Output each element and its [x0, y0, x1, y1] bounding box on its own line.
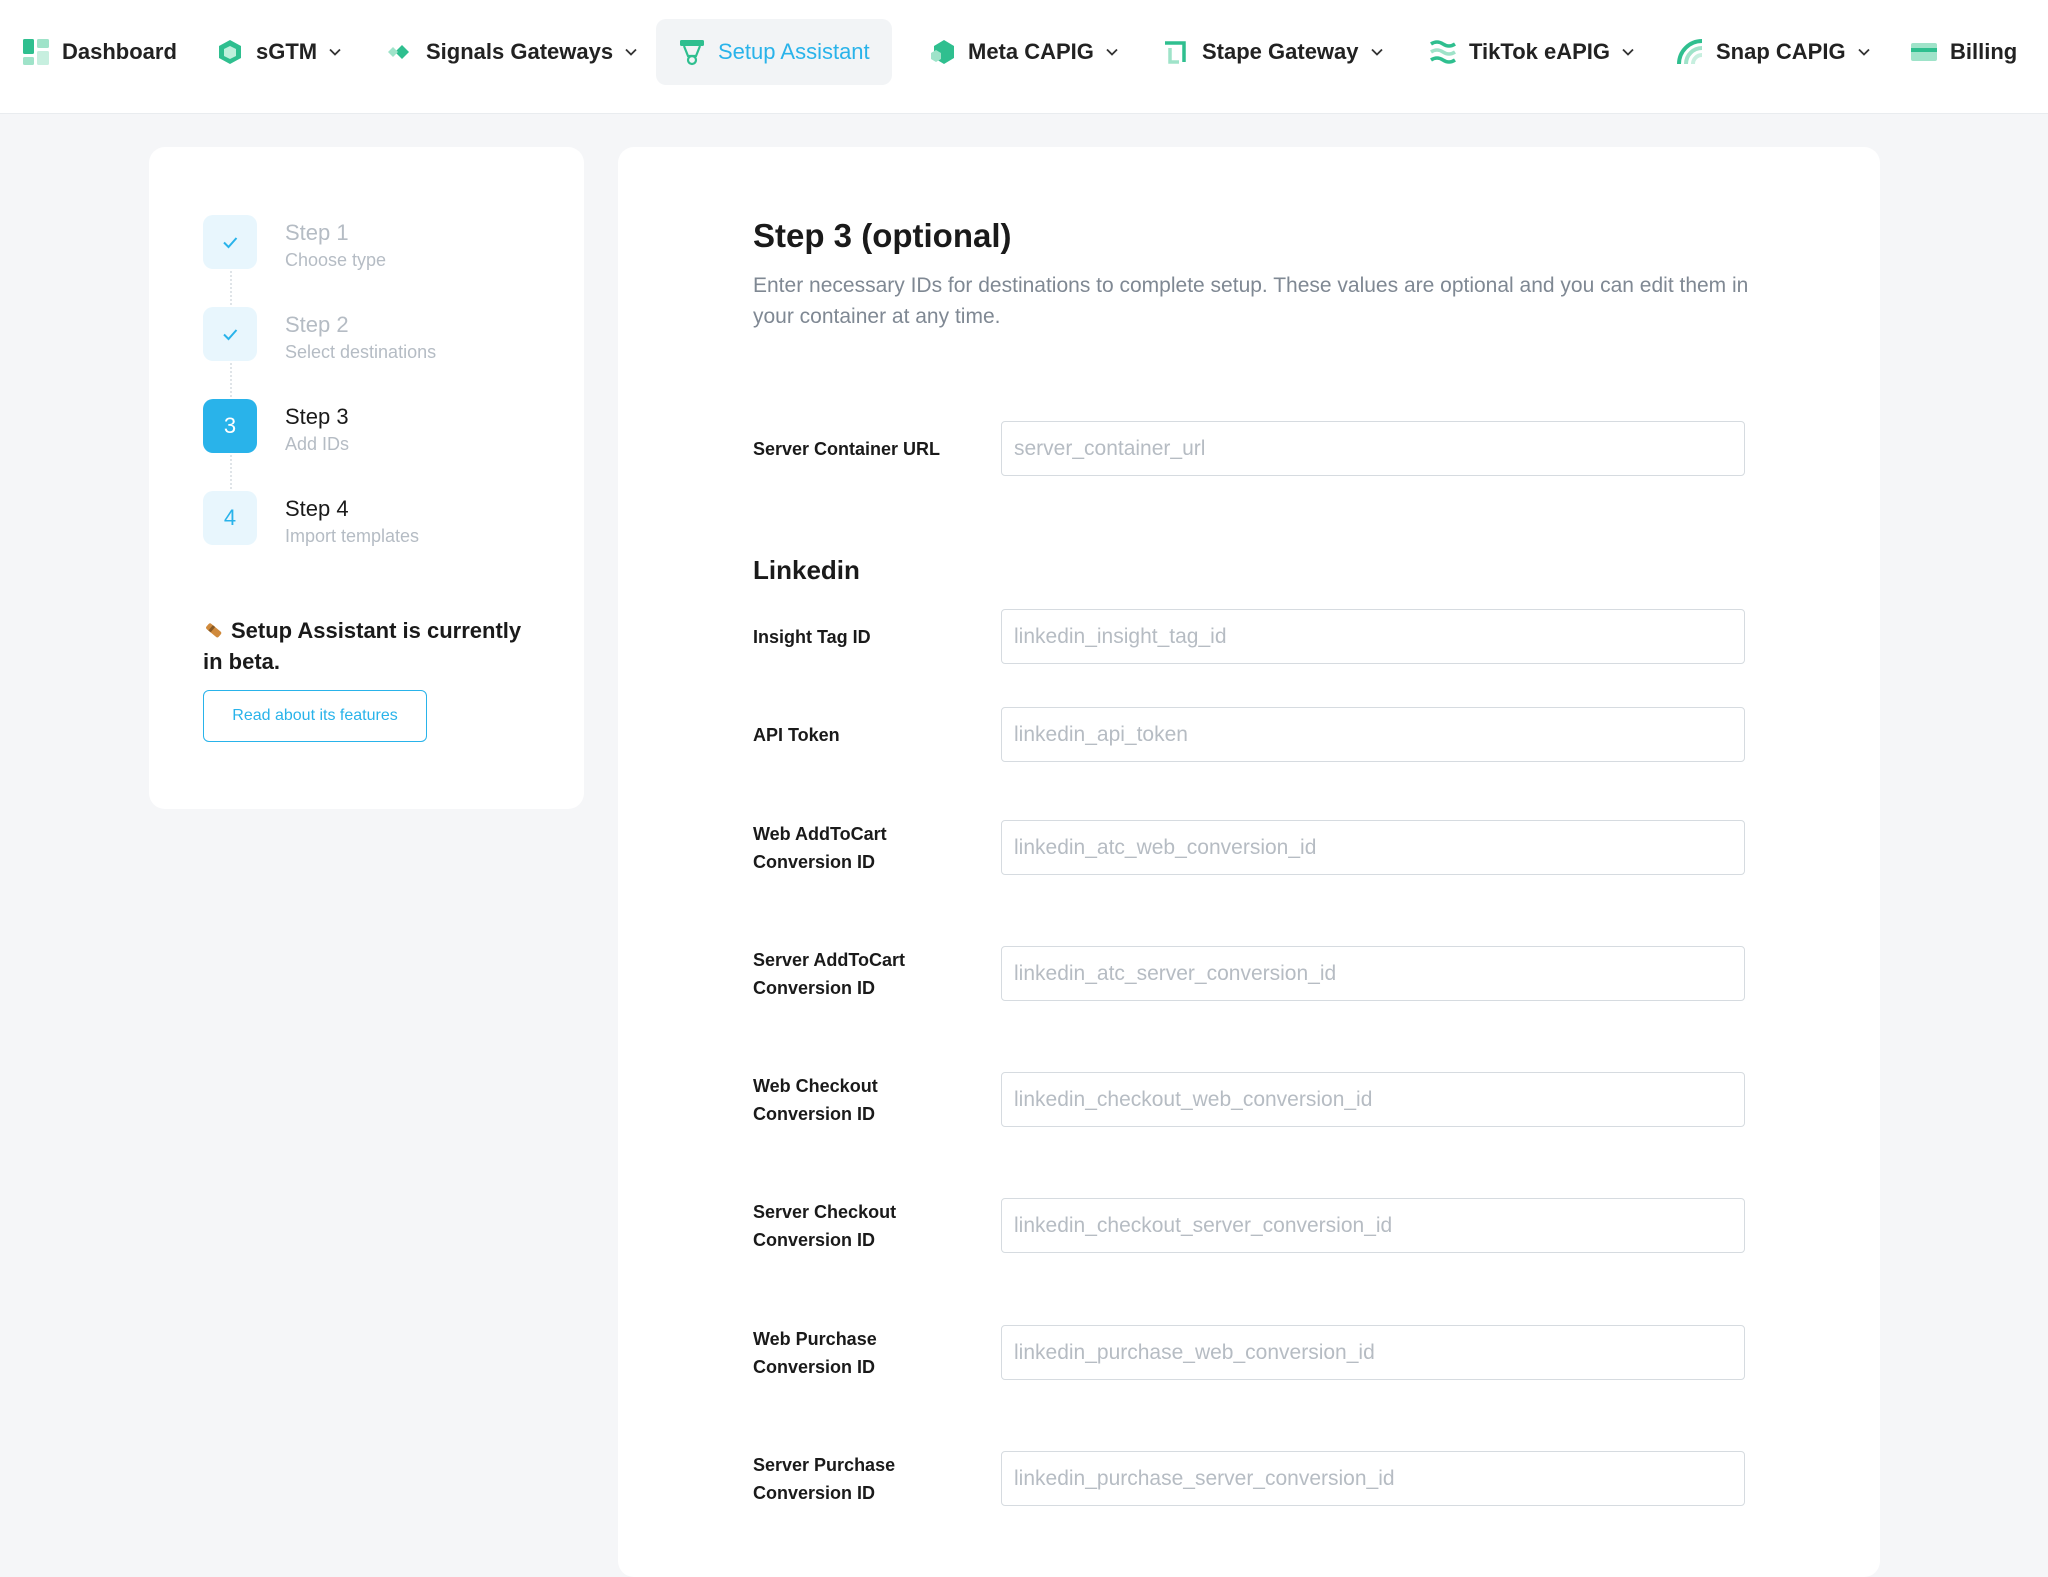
- step-connector: [230, 363, 232, 401]
- web-addtocart-conversion-id-input[interactable]: [1001, 820, 1745, 875]
- top-navigation: Dashboard sGTM Signals Gateways Setup As…: [0, 0, 2048, 114]
- step-4-title: Step 4: [285, 496, 349, 521]
- insight-tag-id-label: Insight Tag ID: [753, 627, 871, 647]
- setup-steps-panel: Step 1 Choose type Step 2 Select destina…: [149, 147, 584, 809]
- chevron-down-icon: [329, 48, 341, 56]
- waves-icon: [1430, 40, 1456, 64]
- nav-billing[interactable]: Billing: [1888, 19, 2039, 85]
- step-3-title: Step 3: [285, 404, 349, 429]
- step-4[interactable]: 4 Step 4 Import templates: [203, 491, 419, 549]
- step-3-badge: 3: [203, 399, 257, 453]
- server-addtocart-conversion-id-input[interactable]: [1001, 946, 1745, 1001]
- nav-stape-gateway[interactable]: Stape Gateway: [1140, 19, 1407, 85]
- setup-assistant-icon: [680, 40, 704, 66]
- gateway-icon: [1165, 41, 1186, 64]
- check-icon: [223, 237, 238, 249]
- credit-card-icon: [1911, 43, 1937, 61]
- server-checkout-conversion-id-input[interactable]: [1001, 1198, 1745, 1253]
- step-2-title: Step 2: [285, 312, 349, 337]
- nav-signals-gateways[interactable]: Signals Gateways: [364, 19, 661, 85]
- web-purchase-conversion-id-input[interactable]: [1001, 1325, 1745, 1380]
- dashboard-icon: [23, 39, 49, 65]
- nav-sgtm[interactable]: sGTM: [194, 19, 365, 85]
- step-connector: [230, 271, 232, 309]
- signal-arc-icon: [1677, 39, 1703, 65]
- signals-gateway-icon: [388, 45, 409, 59]
- check-icon: [223, 329, 238, 341]
- step-2-subtitle: Select destinations: [285, 342, 437, 362]
- step-1-badge: [203, 215, 257, 269]
- nav-meta-capig-label: Meta CAPIG: [968, 39, 1094, 64]
- step-1-subtitle: Choose type: [285, 250, 387, 270]
- nav-dashboard-label: Dashboard: [62, 39, 177, 64]
- server-checkout-conversion-id-label: Server Checkout Conversion ID: [753, 1202, 897, 1250]
- construction-icon: [206, 623, 222, 638]
- step-1-title: Step 1: [285, 220, 349, 245]
- beta-notice-text: Setup Assistant is currently in beta.: [203, 618, 522, 674]
- nav-setup-assistant-label: Setup Assistant: [718, 39, 870, 64]
- step-connector: [230, 455, 232, 493]
- linkedin-section-title: Linkedin: [753, 555, 860, 585]
- insight-tag-id-input[interactable]: [1001, 609, 1745, 664]
- step-3-subtitle: Add IDs: [285, 434, 350, 454]
- nav-setup-assistant[interactable]: Setup Assistant: [656, 19, 892, 85]
- server-purchase-conversion-id-input[interactable]: [1001, 1451, 1745, 1506]
- server-container-url-label: Server Container URL: [753, 439, 941, 459]
- nav-sgtm-label: sGTM: [256, 39, 318, 64]
- server-addtocart-conversion-id-label: Server AddToCart Conversion ID: [753, 950, 906, 998]
- beta-notice: Setup Assistant is currently in beta.: [203, 615, 543, 677]
- nav-snap-capig-label: Snap CAPIG: [1716, 39, 1846, 64]
- nav-signals-gateways-label: Signals Gateways: [426, 39, 614, 64]
- nav-billing-label: Billing: [1950, 39, 2018, 64]
- web-checkout-conversion-id-label: Web Checkout Conversion ID: [753, 1076, 878, 1124]
- chevron-down-icon: [1106, 48, 1118, 56]
- chevron-down-icon: [625, 48, 637, 56]
- setup-form-card: Step 3 (optional) Enter necessary IDs fo…: [618, 147, 1880, 1577]
- nav-tiktok-eapig[interactable]: TikTok eAPIG: [1407, 19, 1658, 85]
- api-token-input[interactable]: [1001, 707, 1745, 762]
- nav-tiktok-eapig-label: TikTok eAPIG: [1469, 39, 1611, 64]
- server-purchase-conversion-id-label: Server Purchase Conversion ID: [753, 1455, 896, 1503]
- step-4-badge: 4: [203, 491, 257, 545]
- nav-stape-gateway-label: Stape Gateway: [1202, 39, 1359, 64]
- web-checkout-conversion-id-input[interactable]: [1001, 1072, 1745, 1127]
- nav-snap-capig[interactable]: Snap CAPIG: [1654, 19, 1894, 85]
- read-features-button[interactable]: Read about its features: [203, 690, 427, 742]
- step-2[interactable]: Step 2 Select destinations: [203, 307, 436, 365]
- chevron-down-icon: [1370, 48, 1383, 56]
- page-title: Step 3 (optional): [753, 217, 1012, 254]
- server-container-url-input[interactable]: [1001, 421, 1745, 476]
- cube-icon: [219, 40, 241, 64]
- step-2-badge: [203, 307, 257, 361]
- nav-meta-capig[interactable]: Meta CAPIG: [906, 19, 1142, 85]
- web-purchase-conversion-id-label: Web Purchase Conversion ID: [753, 1329, 877, 1377]
- api-token-label: API Token: [753, 725, 840, 745]
- web-addtocart-conversion-id-label: Web AddToCart Conversion ID: [753, 824, 887, 872]
- chevron-down-icon: [1857, 48, 1870, 56]
- step-1[interactable]: Step 1 Choose type: [203, 215, 386, 273]
- chevron-down-icon: [1622, 48, 1634, 56]
- nav-dashboard[interactable]: Dashboard: [0, 19, 199, 85]
- hexagon-icon: [931, 40, 954, 64]
- step-3[interactable]: 3 Step 3 Add IDs: [203, 399, 349, 457]
- step-4-subtitle: Import templates: [285, 526, 420, 546]
- page-description: Enter necessary IDs for destinations to …: [753, 274, 1749, 328]
